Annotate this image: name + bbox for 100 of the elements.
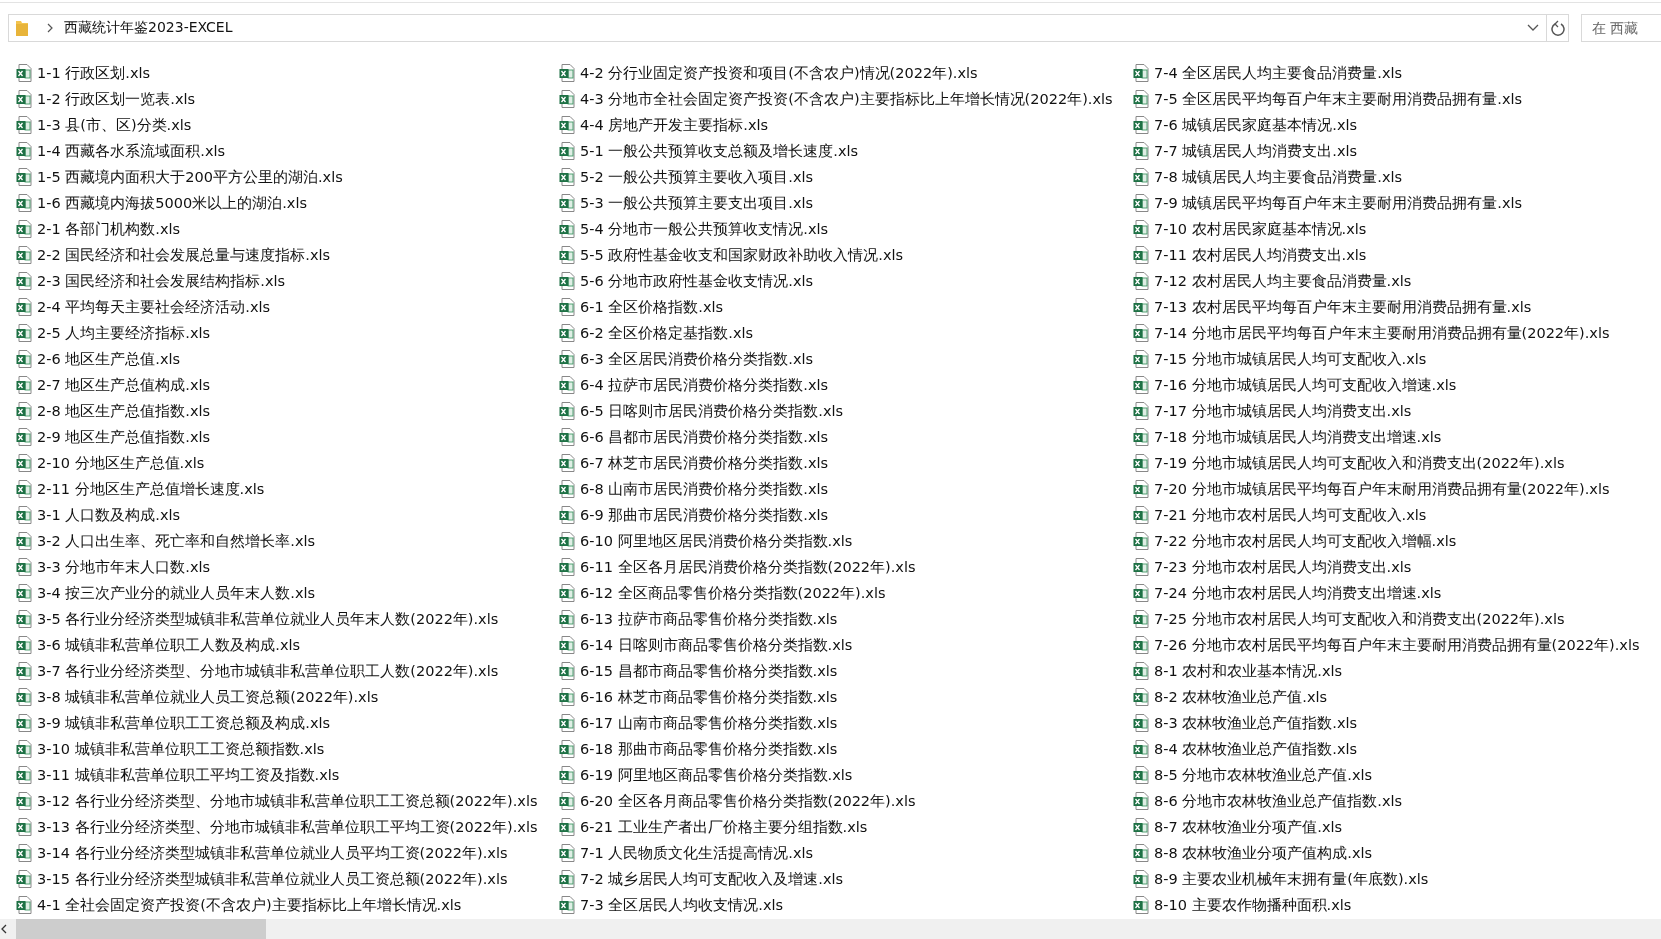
file-item[interactable]: 6-4 拉萨市居民消费价格分类指数.xls xyxy=(559,372,831,398)
file-item[interactable]: 6-8 山南市居民消费价格分类指数.xls xyxy=(559,476,831,502)
scroll-left-icon[interactable] xyxy=(1,924,7,934)
file-item[interactable]: 2-9 地区生产总值指数.xls xyxy=(16,424,213,450)
horizontal-scrollbar[interactable] xyxy=(0,919,1661,939)
refresh-button[interactable] xyxy=(1546,15,1568,41)
file-item[interactable]: 6-3 全区居民消费价格分类指数.xls xyxy=(559,346,816,372)
file-item[interactable]: 3-6 城镇非私营单位职工人数及构成.xls xyxy=(16,632,303,658)
file-item[interactable]: 1-1 行政区划.xls xyxy=(16,60,153,86)
file-item[interactable]: 6-17 山南市商品零售价格分类指数.xls xyxy=(559,710,840,736)
folder-path[interactable]: 西藏统计年鉴2023-EXCEL xyxy=(64,19,1527,37)
file-item[interactable]: 8-3 农林牧渔业总产值指数.xls xyxy=(1133,710,1360,736)
file-item[interactable]: 2-5 人均主要经济指标.xls xyxy=(16,320,213,346)
file-item[interactable]: 4-3 分地市全社会固定资产投资(不含农户)主要指标比上年增长情况(2022年).xls xyxy=(559,86,1115,112)
file-item[interactable]: 7-12 农村居民人均主要食品消费量.xls xyxy=(1133,268,1414,294)
file-item[interactable]: 7-10 农村居民家庭基本情况.xls xyxy=(1133,216,1369,242)
file-item[interactable]: 7-24 分地市农村居民人均消费支出增速.xls xyxy=(1133,580,1444,606)
file-item[interactable]: 1-5 西藏境内面积大于200平方公里的湖泊.xls xyxy=(16,164,345,190)
file-item[interactable]: 7-26 分地市农村居民平均每百户年末主要耐用消费品拥有量(2022年).xls xyxy=(1133,632,1642,658)
file-item[interactable]: 6-9 那曲市居民消费价格分类指数.xls xyxy=(559,502,831,528)
file-item[interactable]: 8-4 农林牧渔业总产值指数.xls xyxy=(1133,736,1360,762)
file-item[interactable]: 6-14 日喀则市商品零售价格分类指数.xls xyxy=(559,632,855,658)
file-item[interactable]: 7-13 农村居民平均每百户年末主要耐用消费品拥有量.xls xyxy=(1133,294,1534,320)
file-item[interactable]: 3-12 各行业分经济类型、分地市城镇非私营单位职工工资总额(2022年).xls xyxy=(16,788,540,814)
file-item[interactable]: 3-4 按三次产业分的就业人员年末人数.xls xyxy=(16,580,318,606)
file-item[interactable]: 2-3 国民经济和社会发展结构指标.xls xyxy=(16,268,288,294)
file-item[interactable]: 7-14 分地市居民平均每百户年末主要耐用消费品拥有量(2022年).xls xyxy=(1133,320,1612,346)
file-item[interactable]: 1-6 西藏境内海拔5000米以上的湖泊.xls xyxy=(16,190,309,216)
file-item[interactable]: 3-13 各行业分经济类型、分地市城镇非私营单位职工平均工资(2022年).xls xyxy=(16,814,540,840)
chevron-icon[interactable] xyxy=(46,23,54,33)
file-item[interactable]: 3-2 人口出生率、死亡率和自然增长率.xls xyxy=(16,528,318,554)
file-item[interactable]: 7-17 分地市城镇居民人均消费支出.xls xyxy=(1133,398,1414,424)
file-item[interactable]: 7-21 分地市农村居民人均可支配收入.xls xyxy=(1133,502,1429,528)
file-item[interactable]: 3-7 各行业分经济类型、分地市城镇非私营单位职工人数(2022年).xls xyxy=(16,658,501,684)
file-item[interactable]: 8-7 农林牧渔业分项产值.xls xyxy=(1133,814,1345,840)
file-item[interactable]: 7-8 城镇居民人均主要食品消费量.xls xyxy=(1133,164,1405,190)
file-item[interactable]: 2-1 各部门机构数.xls xyxy=(16,216,183,242)
file-item[interactable]: 7-7 城镇居民人均消费支出.xls xyxy=(1133,138,1360,164)
file-item[interactable]: 6-21 工业生产者出厂价格主要分组指数.xls xyxy=(559,814,870,840)
file-item[interactable]: 2-7 地区生产总值构成.xls xyxy=(16,372,213,398)
file-item[interactable]: 8-9 主要农业机械年末拥有量(年底数).xls xyxy=(1133,866,1431,892)
file-item[interactable]: 7-4 全区居民人均主要食品消费量.xls xyxy=(1133,60,1405,86)
file-item[interactable]: 6-12 全区商品零售价格分类指数(2022年).xls xyxy=(559,580,888,606)
file-item[interactable]: 7-15 分地市城镇居民人均可支配收入.xls xyxy=(1133,346,1429,372)
file-item[interactable]: 3-15 各行业分经济类型城镇非私营单位就业人员工资总额(2022年).xls xyxy=(16,866,510,892)
file-item[interactable]: 6-13 拉萨市商品零售价格分类指数.xls xyxy=(559,606,840,632)
file-item[interactable]: 2-4 平均每天主要社会经济活动.xls xyxy=(16,294,273,320)
file-item[interactable]: 8-1 农村和农业基本情况.xls xyxy=(1133,658,1345,684)
file-item[interactable]: 1-3 县(市、区)分类.xls xyxy=(16,112,194,138)
address-bar[interactable]: 西藏统计年鉴2023-EXCEL xyxy=(8,14,1569,42)
file-item[interactable]: 7-1 人民物质文化生活提高情况.xls xyxy=(559,840,816,866)
file-item[interactable]: 3-3 分地市年末人口数.xls xyxy=(16,554,213,580)
file-item[interactable]: 3-11 城镇非私营单位职工平均工资及指数.xls xyxy=(16,762,342,788)
file-item[interactable]: 6-6 昌都市居民消费价格分类指数.xls xyxy=(559,424,831,450)
file-item[interactable]: 4-2 分行业固定资产投资和项目(不含农户)情况(2022年).xls xyxy=(559,60,980,86)
file-item[interactable]: 6-20 全区各月商品零售价格分类指数(2022年).xls xyxy=(559,788,918,814)
file-item[interactable]: 2-10 分地区生产总值.xls xyxy=(16,450,207,476)
file-item[interactable]: 3-8 城镇非私营单位就业人员工资总额(2022年).xls xyxy=(16,684,381,710)
file-item[interactable]: 5-4 分地市一般公共预算收支情况.xls xyxy=(559,216,831,242)
file-item[interactable]: 6-5 日喀则市居民消费价格分类指数.xls xyxy=(559,398,846,424)
file-item[interactable]: 3-10 城镇非私营单位职工工资总额指数.xls xyxy=(16,736,327,762)
file-item[interactable]: 6-1 全区价格指数.xls xyxy=(559,294,726,320)
file-item[interactable]: 3-9 城镇非私营单位职工工资总额及构成.xls xyxy=(16,710,333,736)
file-item[interactable]: 2-8 地区生产总值指数.xls xyxy=(16,398,213,424)
file-item[interactable]: 1-2 行政区划一览表.xls xyxy=(16,86,198,112)
dropdown-caret-icon[interactable] xyxy=(1527,24,1539,32)
file-item[interactable]: 7-16 分地市城镇居民人均可支配收入增速.xls xyxy=(1133,372,1459,398)
file-item[interactable]: 3-14 各行业分经济类型城镇非私营单位就业人员平均工资(2022年).xls xyxy=(16,840,510,866)
file-item[interactable]: 1-4 西藏各水系流域面积.xls xyxy=(16,138,228,164)
file-item[interactable]: 6-7 林芝市居民消费价格分类指数.xls xyxy=(559,450,831,476)
file-item[interactable]: 7-2 城乡居民人均可支配收入及增速.xls xyxy=(559,866,846,892)
file-item[interactable]: 7-22 分地市农村居民人均可支配收入增幅.xls xyxy=(1133,528,1459,554)
file-item[interactable]: 6-10 阿里地区居民消费价格分类指数.xls xyxy=(559,528,855,554)
file-item[interactable]: 8-6 分地市农林牧渔业总产值指数.xls xyxy=(1133,788,1405,814)
file-item[interactable]: 3-1 人口数及构成.xls xyxy=(16,502,183,528)
file-item[interactable]: 4-4 房地产开发主要指标.xls xyxy=(559,112,771,138)
file-item[interactable]: 6-16 林芝市商品零售价格分类指数.xls xyxy=(559,684,840,710)
file-item[interactable]: 5-2 一般公共预算主要收入项目.xls xyxy=(559,164,816,190)
file-item[interactable]: 6-11 全区各月居民消费价格分类指数(2022年).xls xyxy=(559,554,918,580)
file-item[interactable]: 2-11 分地区生产总值增长速度.xls xyxy=(16,476,267,502)
file-item[interactable]: 8-2 农林牧渔业总产值.xls xyxy=(1133,684,1330,710)
file-item[interactable]: 3-5 各行业分经济类型城镇非私营单位就业人员年末人数(2022年).xls xyxy=(16,606,501,632)
scrollbar-thumb[interactable] xyxy=(16,919,266,939)
file-item[interactable]: 5-3 一般公共预算主要支出项目.xls xyxy=(559,190,816,216)
file-item[interactable]: 7-11 农村居民人均消费支出.xls xyxy=(1133,242,1369,268)
file-item[interactable]: 8-5 分地市农林牧渔业总产值.xls xyxy=(1133,762,1375,788)
file-item[interactable]: 2-6 地区生产总值.xls xyxy=(16,346,183,372)
file-item[interactable]: 6-19 阿里地区商品零售价格分类指数.xls xyxy=(559,762,855,788)
file-item[interactable]: 5-6 分地市政府性基金收支情况.xls xyxy=(559,268,816,294)
file-item[interactable]: 7-25 分地市农村居民人均可支配收入和消费支出(2022年).xls xyxy=(1133,606,1567,632)
file-item[interactable]: 7-18 分地市城镇居民人均消费支出增速.xls xyxy=(1133,424,1444,450)
file-item[interactable]: 6-18 那曲市商品零售价格分类指数.xls xyxy=(559,736,840,762)
file-item[interactable]: 8-10 主要农作物播种面积.xls xyxy=(1133,892,1354,918)
file-item[interactable]: 7-9 城镇居民平均每百户年末主要耐用消费品拥有量.xls xyxy=(1133,190,1525,216)
file-item[interactable]: 5-1 一般公共预算收支总额及增长速度.xls xyxy=(559,138,861,164)
file-item[interactable]: 7-20 分地市城镇居民平均每百户年末耐用消费品拥有量(2022年).xls xyxy=(1133,476,1612,502)
file-item[interactable]: 7-3 全区居民人均收支情况.xls xyxy=(559,892,786,918)
file-item[interactable]: 7-6 城镇居民家庭基本情况.xls xyxy=(1133,112,1360,138)
file-item[interactable]: 8-8 农林牧渔业分项产值构成.xls xyxy=(1133,840,1375,866)
file-item[interactable]: 2-2 国民经济和社会发展总量与速度指标.xls xyxy=(16,242,333,268)
